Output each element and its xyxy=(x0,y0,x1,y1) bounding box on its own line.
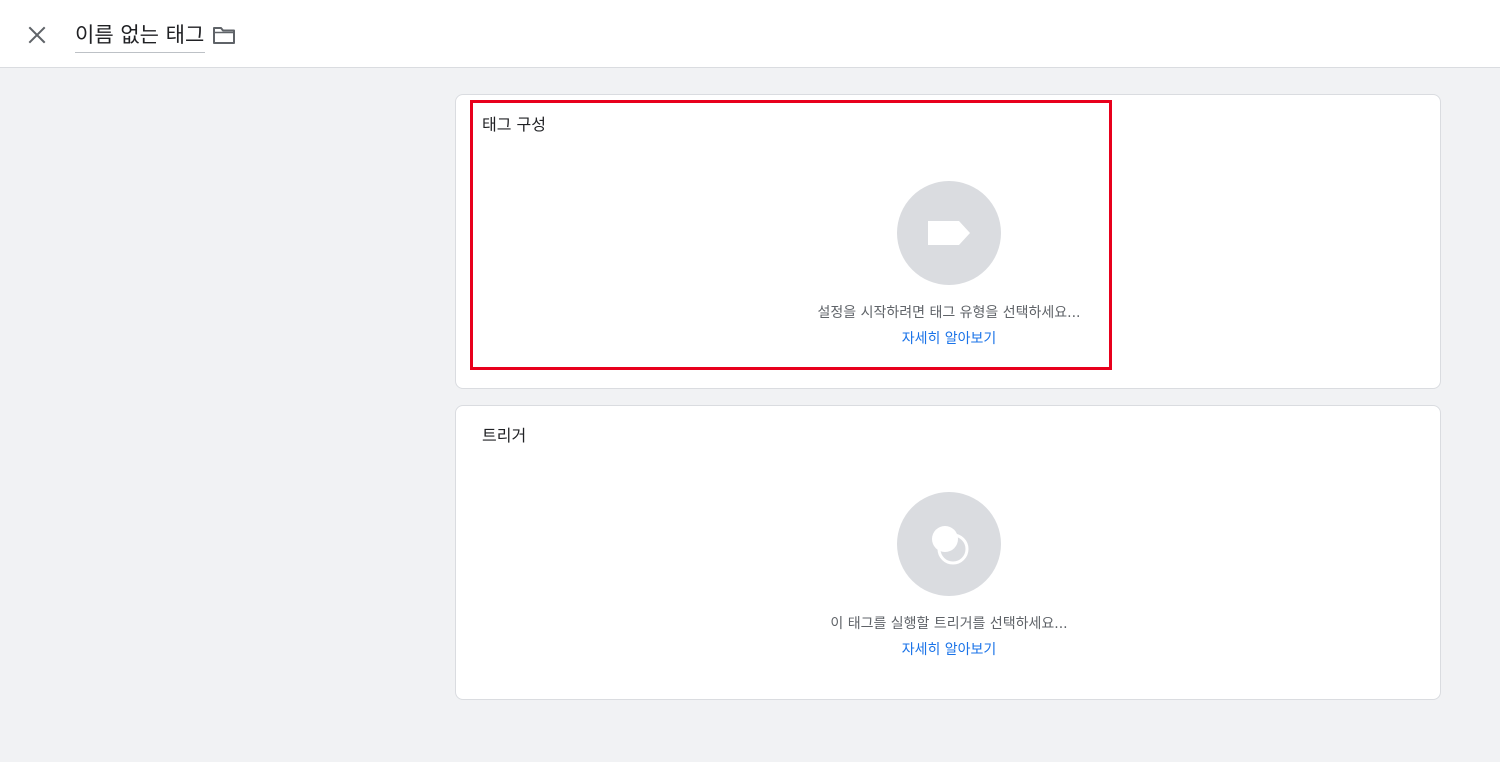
trigger-title: 트리거 xyxy=(482,426,527,445)
tag-configuration-title: 태그 구성 xyxy=(482,115,546,134)
tag-type-placeholder[interactable] xyxy=(897,181,1001,285)
tag-type-prompt-text: 설정을 시작하려면 태그 유형을 선택하세요... xyxy=(817,305,1081,321)
close-button[interactable] xyxy=(22,20,52,50)
trigger-card[interactable]: 트리거 이 태그를 실행할 트리거를 선택하세요... 자세히 알아보기 xyxy=(455,405,1441,700)
trigger-placeholder[interactable] xyxy=(897,492,1001,596)
trigger-icon xyxy=(932,526,969,565)
trigger-learn-more-link[interactable]: 자세히 알아보기 xyxy=(902,642,997,658)
top-bar: 이름 없는 태그 xyxy=(0,0,1500,68)
tag-learn-more-container: 자세히 알아보기 xyxy=(456,330,1442,348)
trigger-prompt: 이 태그를 실행할 트리거를 선택하세요... xyxy=(456,615,1442,633)
tag-icon xyxy=(928,221,970,245)
close-icon xyxy=(28,26,46,44)
folder-button[interactable] xyxy=(210,21,238,49)
tag-configuration-card[interactable]: 태그 구성 설정을 시작하려면 태그 유형을 선택하세요... 자세히 알아보기 xyxy=(455,94,1441,389)
tag-learn-more-link[interactable]: 자세히 알아보기 xyxy=(902,331,997,347)
trigger-learn-more-container: 자세히 알아보기 xyxy=(456,641,1442,659)
tag-name-input[interactable]: 이름 없는 태그 xyxy=(75,19,206,53)
tag-type-prompt: 설정을 시작하려면 태그 유형을 선택하세요... xyxy=(456,304,1442,322)
trigger-prompt-text: 이 태그를 실행할 트리거를 선택하세요... xyxy=(830,616,1068,632)
folder-icon xyxy=(213,27,235,44)
